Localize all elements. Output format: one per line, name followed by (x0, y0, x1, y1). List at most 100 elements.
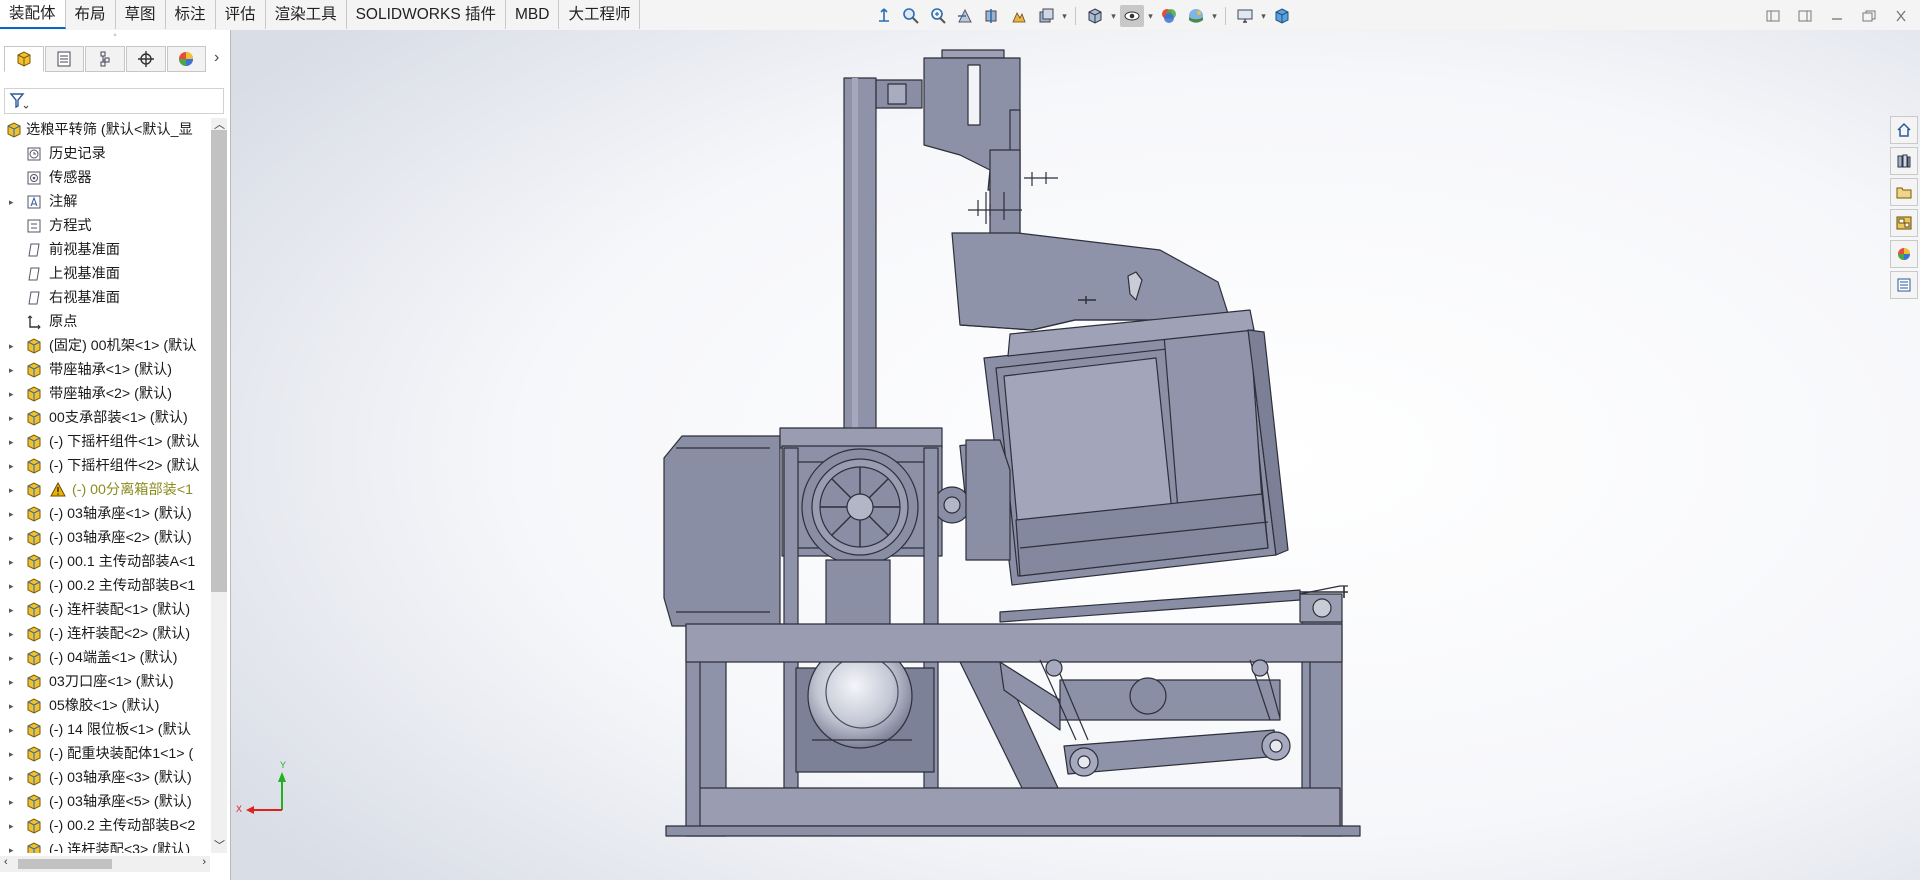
expand-arrow-icon[interactable]: ▸ (9, 742, 19, 766)
expand-arrow-icon[interactable]: ▸ (9, 478, 19, 502)
tree-item-component[interactable]: ▸ (-) 03轴承座<3> (默认) (0, 766, 210, 790)
scroll-left-icon[interactable]: ‹ (4, 856, 8, 868)
scroll-thumb[interactable] (211, 130, 227, 592)
tree-item-component[interactable]: ▸ (-) 03轴承座<2> (默认) (0, 526, 210, 550)
view-cube-icon[interactable] (1270, 5, 1294, 27)
close-icon[interactable] (1890, 6, 1912, 26)
chevron-down-icon[interactable]: ▾ (1211, 5, 1218, 27)
section-view-icon[interactable] (980, 5, 1004, 27)
tree-item-feature[interactable]: 原点 (0, 310, 210, 334)
tree-item-component[interactable]: ▸ (-) 00.1 主传动部装A<1 (0, 550, 210, 574)
expand-arrow-icon[interactable]: ▸ (9, 406, 19, 430)
tree-filter-button[interactable] (4, 88, 224, 114)
tab-render-tools[interactable]: 渲染工具 (266, 0, 347, 29)
scroll-down-icon[interactable]: ﹀ (214, 837, 225, 853)
display-style-icon[interactable] (1083, 5, 1107, 27)
expand-arrow-icon[interactable]: ▸ (9, 358, 19, 382)
minimize-icon[interactable] (1826, 6, 1848, 26)
tree-item-component[interactable]: ▸ (-) 00分离箱部装<1 (0, 478, 210, 502)
file-explorer-icon[interactable] (1890, 178, 1918, 206)
expand-arrow-icon[interactable]: ▸ (9, 838, 19, 853)
tab-mbd[interactable]: MBD (506, 0, 560, 29)
tab-sketch[interactable]: 草图 (116, 0, 166, 29)
view-settings-icon[interactable] (1233, 5, 1257, 27)
expand-arrow-icon[interactable]: ▸ (9, 814, 19, 838)
tree-item-component[interactable]: ▸ (-) 连杆装配<3> (默认) (0, 838, 210, 853)
expand-arrow-icon[interactable]: ▸ (9, 526, 19, 550)
expand-arrow-icon[interactable]: ▸ (9, 502, 19, 526)
tree-item-feature[interactable]: 上视基准面 (0, 262, 210, 286)
expand-arrow-icon[interactable]: ▸ (9, 790, 19, 814)
tab-markup[interactable]: 标注 (166, 0, 216, 29)
graphics-area[interactable]: Y X (231, 30, 1920, 880)
property-manager-tab-icon[interactable] (44, 46, 85, 72)
expand-arrow-icon[interactable]: ▸ (9, 382, 19, 406)
tree-root[interactable]: 选粮平转筛 (默认<默认_显 (0, 118, 210, 142)
tree-item-component[interactable]: ▸ 00支承部装<1> (默认) (0, 406, 210, 430)
chevron-down-icon[interactable]: ▾ (1147, 5, 1154, 27)
tree-horizontal-scrollbar[interactable]: ‹ › (0, 856, 210, 872)
tree-item-component[interactable]: ▸ (-) 下摇杆组件<1> (默认 (0, 430, 210, 454)
design-library-icon[interactable] (1890, 147, 1918, 175)
tree-item-component[interactable]: ▸ (-) 14 限位板<1> (默认 (0, 718, 210, 742)
dynamic-annotation-icon[interactable] (1007, 5, 1031, 27)
tree-item-component[interactable]: ▸ (-) 03轴承座<1> (默认) (0, 502, 210, 526)
appearances-icon[interactable] (1890, 240, 1918, 268)
scroll-right-icon[interactable]: › (202, 856, 206, 868)
tree-item-component[interactable]: ▸ (-) 下摇杆组件<2> (默认 (0, 454, 210, 478)
expand-arrow-icon[interactable]: ▸ (9, 766, 19, 790)
hide-show-items-icon[interactable] (1120, 5, 1144, 27)
home-icon[interactable] (1890, 116, 1918, 144)
expand-arrow-icon[interactable]: ▸ (9, 574, 19, 598)
tab-assembly[interactable]: 装配体 (0, 0, 66, 29)
configuration-manager-tab-icon[interactable] (85, 46, 125, 72)
tree-item-component[interactable]: ▸ 带座轴承<2> (默认) (0, 382, 210, 406)
tile-left-icon[interactable] (1762, 6, 1784, 26)
tree-item-component[interactable]: ▸ 03刀口座<1> (默认) (0, 670, 210, 694)
expand-arrow-icon[interactable]: ▸ (9, 550, 19, 574)
tree-item-component[interactable]: ▸ (-) 04端盖<1> (默认) (0, 646, 210, 670)
chevron-down-icon[interactable]: ▾ (1260, 5, 1267, 27)
expand-arrow-icon[interactable]: ▸ (9, 598, 19, 622)
scroll-thumb[interactable] (18, 859, 112, 869)
tree-item-component[interactable]: ▸ (固定) 00机架<1> (默认 (0, 334, 210, 358)
tree-item-component[interactable]: ▸ 05橡胶<1> (默认) (0, 694, 210, 718)
tree-item-component[interactable]: ▸ (-) 03轴承座<5> (默认) (0, 790, 210, 814)
tree-item-component[interactable]: ▸ (-) 连杆装配<1> (默认) (0, 598, 210, 622)
tab-big-engineer[interactable]: 大工程师 (559, 0, 641, 29)
chevron-down-icon[interactable]: ▾ (1061, 5, 1068, 27)
tree-item-feature[interactable]: 传感器 (0, 166, 210, 190)
apply-scene-icon[interactable] (1184, 5, 1208, 27)
tree-item-feature[interactable]: 右视基准面 (0, 286, 210, 310)
custom-properties-icon[interactable] (1890, 271, 1918, 299)
tree-item-feature[interactable]: 历史记录 (0, 142, 210, 166)
expand-arrow-icon[interactable]: ▸ (9, 190, 19, 214)
expand-arrow-icon[interactable]: ▸ (9, 622, 19, 646)
tree-item-component[interactable]: ▸ 带座轴承<1> (默认) (0, 358, 210, 382)
zoom-to-area-icon[interactable] (926, 5, 950, 27)
tab-solidworks-addins[interactable]: SOLIDWORKS 插件 (347, 0, 506, 29)
expand-arrow-icon[interactable]: ▸ (9, 718, 19, 742)
tree-vertical-scrollbar[interactable]: ︿ ﹀ (211, 118, 227, 853)
display-manager-tab-icon[interactable] (166, 46, 207, 72)
edit-appearance-icon[interactable] (1157, 5, 1181, 27)
tree-item-feature[interactable]: ▸ 注解 (0, 190, 210, 214)
zoom-to-fit-icon[interactable] (899, 5, 923, 27)
tree-item-component[interactable]: ▸ (-) 00.2 主传动部装B<1 (0, 574, 210, 598)
expand-arrow-icon[interactable]: ▸ (9, 670, 19, 694)
previous-view-icon[interactable] (953, 5, 977, 27)
expand-arrow-icon[interactable]: ▸ (9, 646, 19, 670)
expand-arrow-icon[interactable]: ▸ (9, 694, 19, 718)
tile-right-icon[interactable] (1794, 6, 1816, 26)
tree-item-component[interactable]: ▸ (-) 连杆装配<2> (默认) (0, 622, 210, 646)
chevron-down-icon[interactable]: ▾ (1110, 5, 1117, 27)
expand-arrow-icon[interactable]: ▸ (9, 430, 19, 454)
tree-item-feature[interactable]: 方程式 (0, 214, 210, 238)
tab-layout[interactable]: 布局 (66, 0, 116, 29)
feature-manager-tab-icon[interactable] (4, 46, 44, 72)
chevron-right-icon[interactable]: › (207, 46, 226, 70)
restore-icon[interactable] (1858, 6, 1880, 26)
dimxpert-manager-tab-icon[interactable] (125, 46, 166, 72)
panel-grip[interactable]: ◦ (0, 30, 230, 44)
view-orientation-dropdown-icon[interactable] (1034, 5, 1058, 27)
